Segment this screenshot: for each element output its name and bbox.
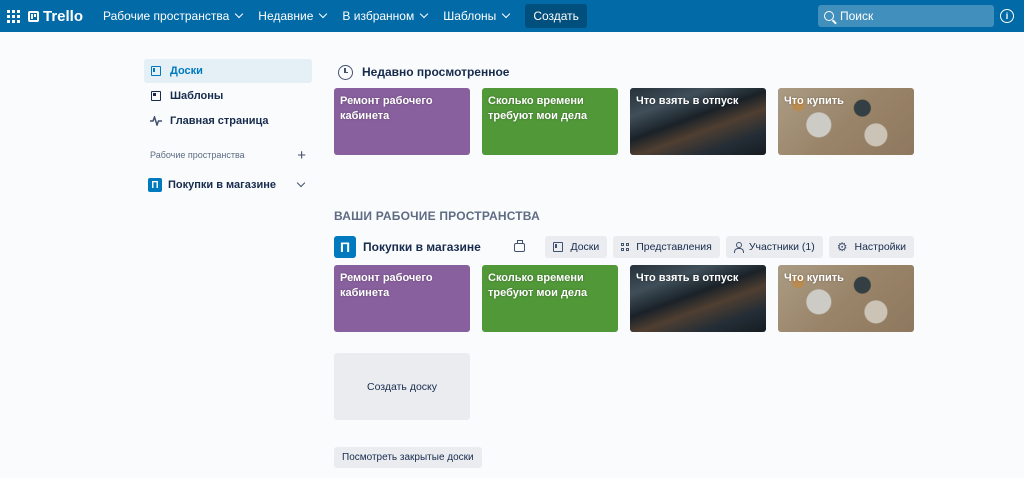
nav-recent-menu[interactable]: Недавние bbox=[250, 4, 334, 28]
view-closed-boards-button[interactable]: Посмотреть закрытые доски bbox=[334, 447, 482, 468]
workspace-avatar: П bbox=[148, 178, 162, 192]
chevron-down-icon bbox=[502, 9, 511, 19]
chevron-down-icon bbox=[319, 9, 328, 19]
left-sidebar: Доски Шаблоны Главная страница Рабочие п… bbox=[144, 59, 312, 197]
workspace-label: Покупки в магазине bbox=[168, 179, 276, 191]
nav-starred-label: В избранном bbox=[342, 9, 415, 23]
workspace-avatar: П bbox=[334, 236, 356, 258]
person-icon bbox=[733, 242, 744, 253]
nav-workspaces-label: Рабочие пространства bbox=[103, 9, 230, 23]
board-title: Что взять в отпуск bbox=[636, 95, 739, 107]
sidebar-workspace-item[interactable]: П Покупки в магазине bbox=[144, 173, 312, 197]
chevron-down-icon[interactable] bbox=[296, 178, 306, 188]
board-tile[interactable]: Что взять в отпуск bbox=[630, 88, 766, 155]
sidebar-item-templates[interactable]: Шаблоны bbox=[144, 84, 312, 108]
sidebar-item-label: Доски bbox=[170, 65, 203, 77]
board-tile[interactable]: Сколько времени требуют мои дела bbox=[482, 265, 618, 332]
board-icon bbox=[150, 65, 162, 77]
chevron-down-icon bbox=[235, 9, 244, 19]
board-title: Ремонт рабочего кабинета bbox=[340, 95, 433, 122]
nav-starred-menu[interactable]: В избранном bbox=[334, 4, 435, 28]
info-icon[interactable]: i bbox=[1000, 9, 1014, 23]
grid-icon bbox=[621, 243, 630, 251]
board-title: Что купить bbox=[784, 272, 844, 284]
workspaces-header-label: Рабочие пространства bbox=[150, 150, 245, 160]
activity-icon bbox=[150, 115, 162, 127]
sidebar-item-home[interactable]: Главная страница bbox=[144, 109, 312, 133]
template-icon bbox=[150, 90, 162, 102]
workspace-header-row: П Покупки в магазине Доски Представления… bbox=[334, 235, 914, 259]
board-tile[interactable]: Что купить bbox=[778, 265, 914, 332]
app-switcher-button[interactable] bbox=[0, 0, 26, 32]
workspace-views-button[interactable]: Представления bbox=[613, 236, 720, 258]
workspace-members-button[interactable]: Участники (1) bbox=[725, 236, 823, 258]
sidebar-item-label: Главная страница bbox=[170, 115, 269, 127]
nav-templates-menu[interactable]: Шаблоны bbox=[435, 4, 517, 28]
workspace-boards-button[interactable]: Доски bbox=[545, 236, 608, 258]
nav-recent-label: Недавние bbox=[258, 9, 314, 23]
board-title: Сколько времени требуют мои дела bbox=[488, 95, 588, 122]
trello-logo[interactable]: Trello bbox=[28, 8, 83, 25]
workspaces-section-header: Рабочие пространства + bbox=[144, 147, 312, 163]
chevron-down-icon bbox=[419, 9, 429, 19]
workspace-settings-button[interactable]: ⚙ Настройки bbox=[828, 236, 914, 258]
sidebar-item-label: Шаблоны bbox=[170, 90, 224, 102]
search-icon bbox=[824, 11, 834, 21]
board-title: Что купить bbox=[784, 95, 844, 107]
recent-boards-list: Ремонт рабочего кабинета Сколько времени… bbox=[334, 88, 914, 155]
board-tile[interactable]: Что взять в отпуск bbox=[630, 265, 766, 332]
board-tile[interactable]: Что купить bbox=[778, 88, 914, 155]
recent-section-title: Недавно просмотренное bbox=[334, 60, 914, 84]
board-title: Ремонт рабочего кабинета bbox=[340, 272, 433, 299]
board-tile[interactable]: Сколько времени требуют мои дела bbox=[482, 88, 618, 155]
search-box[interactable] bbox=[818, 5, 994, 27]
logo-text: Trello bbox=[43, 7, 84, 25]
add-workspace-plus-icon[interactable]: + bbox=[297, 148, 306, 163]
briefcase-icon[interactable] bbox=[514, 239, 526, 252]
board-icon bbox=[553, 242, 564, 252]
sidebar-item-boards[interactable]: Доски bbox=[144, 59, 312, 83]
board-title: Что взять в отпуск bbox=[636, 272, 739, 284]
members-button-label: Участники (1) bbox=[748, 241, 815, 253]
top-navigation-bar: Trello Рабочие пространства Недавние В и… bbox=[0, 0, 1024, 32]
workspace-name: Покупки в магазине bbox=[363, 240, 481, 254]
recent-title-text: Недавно просмотренное bbox=[362, 65, 510, 79]
create-board-button[interactable]: Создать доску bbox=[334, 353, 470, 420]
workspace-boards-list: Ремонт рабочего кабинета Сколько времени… bbox=[334, 265, 914, 332]
settings-button-label: Настройки bbox=[854, 241, 907, 253]
clock-icon bbox=[338, 64, 353, 80]
main-content: Недавно просмотренное Ремонт рабочего ка… bbox=[334, 60, 914, 468]
gear-icon: ⚙ bbox=[836, 240, 848, 254]
trello-logo-icon bbox=[28, 10, 39, 22]
create-button[interactable]: Создать bbox=[525, 4, 587, 28]
nav-workspaces-menu[interactable]: Рабочие пространства bbox=[95, 4, 250, 28]
apps-grid-icon bbox=[6, 9, 20, 23]
views-button-label: Представления bbox=[636, 241, 712, 253]
board-tile[interactable]: Ремонт рабочего кабинета bbox=[334, 88, 470, 155]
board-tile[interactable]: Ремонт рабочего кабинета bbox=[334, 265, 470, 332]
search-input[interactable] bbox=[840, 9, 980, 23]
nav-templates-label: Шаблоны bbox=[443, 9, 497, 23]
workspaces-section-title: ВАШИ РАБОЧИЕ ПРОСТРАНСТВА bbox=[334, 209, 540, 223]
boards-button-label: Доски bbox=[570, 241, 600, 253]
board-title: Сколько времени требуют мои дела bbox=[488, 272, 588, 299]
